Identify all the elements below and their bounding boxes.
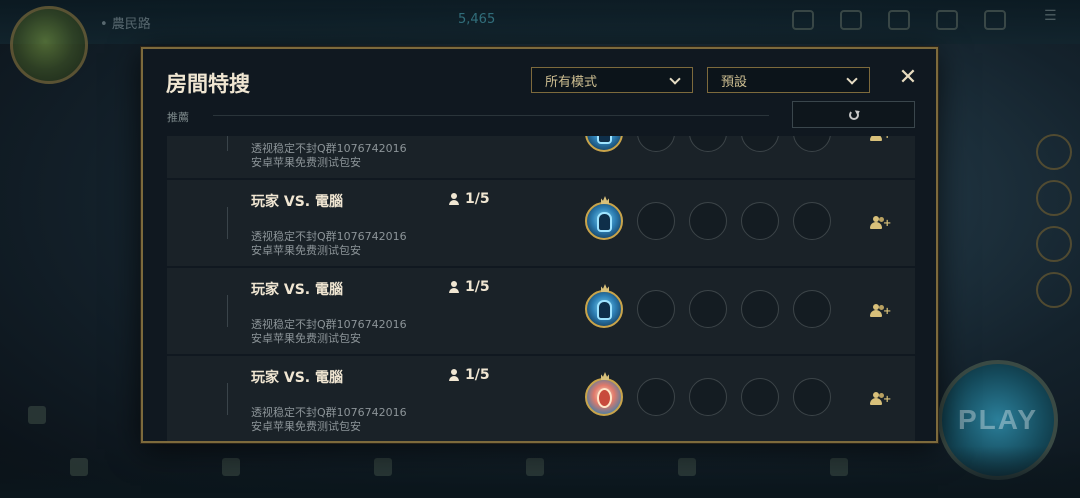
mail-icon[interactable] — [936, 10, 958, 30]
player-count-text: 1/5 — [465, 367, 490, 383]
host-avatar[interactable] — [585, 136, 623, 152]
room-desc-line-2: 安卓苹果免费测试包安 — [251, 332, 361, 345]
ranked-icon[interactable] — [888, 10, 910, 30]
room-description: 透视稳定不封Q群1076742016 安卓苹果免费测试包安 — [251, 406, 407, 434]
player-count-text: 1/5 — [465, 279, 490, 295]
side-icon-4[interactable] — [1036, 272, 1072, 308]
recommend-label: 推薦 — [167, 111, 189, 124]
divider — [227, 383, 228, 415]
room-player-count: 1/5 — [449, 367, 490, 383]
empty-slot — [637, 136, 675, 152]
room-row[interactable]: 玩家 VS. 電腦 1/5 透视稳定不封Q群1076742016 安卓苹果免费测… — [167, 356, 915, 441]
player-count-text: 1/5 — [465, 191, 490, 207]
room-name: 玩家 VS. 電腦 — [251, 282, 343, 298]
room-name: 玩家 VS. 電腦 — [251, 194, 343, 210]
left-shortcut-icon[interactable] — [28, 406, 46, 424]
home-icon[interactable] — [792, 10, 814, 30]
empty-slot — [637, 202, 675, 240]
empty-slot — [637, 378, 675, 416]
crown-icon — [601, 196, 609, 204]
room-list[interactable]: 透视稳定不封Q群1076742016 安卓苹果免费测试包安 + 玩家 VS. 電… — [167, 136, 915, 441]
player-emblem[interactable] — [10, 6, 88, 84]
room-name: 玩家 VS. 電腦 — [251, 370, 343, 386]
preset-filter-select[interactable]: 預設 — [707, 67, 870, 93]
close-icon[interactable]: ✕ — [897, 67, 919, 89]
nav-icon-2[interactable] — [222, 458, 240, 476]
room-desc-line-1: 透视稳定不封Q群1076742016 — [251, 230, 407, 243]
person-icon — [449, 281, 459, 293]
nav-icon-1[interactable] — [70, 458, 88, 476]
menu-icon[interactable]: ☰ — [1044, 8, 1070, 30]
divider — [227, 207, 228, 239]
host-avatar[interactable] — [585, 284, 623, 328]
room-description: 透视稳定不封Q群1076742016 安卓苹果免费测试包安 — [251, 142, 407, 170]
room-description: 透视稳定不封Q群1076742016 安卓苹果免费测试包安 — [251, 318, 407, 346]
dialog-title: 房間特搜 — [166, 72, 250, 96]
room-desc-line-2: 安卓苹果免费测试包安 — [251, 420, 361, 433]
refresh-button[interactable] — [792, 101, 915, 128]
side-icon-2[interactable] — [1036, 180, 1072, 216]
avatar-figure — [597, 212, 612, 232]
preset-filter-value: 預設 — [721, 74, 748, 90]
person-icon — [449, 369, 459, 381]
friends-icon[interactable] — [984, 10, 1006, 30]
room-description: 透视稳定不封Q群1076742016 安卓苹果免费测试包安 — [251, 230, 407, 258]
nav-icon-5[interactable] — [678, 458, 696, 476]
empty-slot — [637, 290, 675, 328]
room-row[interactable]: 玩家 VS. 電腦 1/5 透视稳定不封Q群1076742016 安卓苹果免费测… — [167, 180, 915, 266]
player-name: • 農民路 — [100, 17, 151, 32]
empty-slot — [793, 290, 831, 328]
room-desc-line-1: 透视稳定不封Q群1076742016 — [251, 318, 407, 331]
nav-icon-6[interactable] — [830, 458, 848, 476]
room-desc-line-1: 透视稳定不封Q群1076742016 — [251, 142, 407, 155]
currency-amount: 5,465 — [458, 12, 496, 27]
join-room-icon[interactable]: + — [870, 136, 891, 142]
crown-icon — [601, 372, 609, 380]
top-bar — [0, 0, 1080, 44]
empty-slot — [741, 136, 779, 152]
empty-slot — [741, 378, 779, 416]
room-search-dialog: 房間特搜 所有模式 預設 ✕ 推薦 透视稳定不封Q群1076742016 安卓苹… — [141, 47, 938, 443]
chevron-down-icon — [846, 73, 858, 85]
empty-slot — [793, 136, 831, 152]
mode-filter-value: 所有模式 — [545, 74, 598, 90]
join-room-icon[interactable]: + — [870, 304, 891, 318]
host-avatar[interactable] — [585, 196, 623, 240]
room-player-count: 1/5 — [449, 191, 490, 207]
room-player-count: 1/5 — [449, 279, 490, 295]
join-room-icon[interactable]: + — [870, 392, 891, 406]
divider — [213, 115, 769, 116]
room-row[interactable]: 玩家 VS. 電腦 1/5 透视稳定不封Q群1076742016 安卓苹果免费测… — [167, 268, 915, 354]
divider — [227, 136, 228, 151]
crown-icon — [601, 284, 609, 292]
avatar-figure — [597, 388, 612, 408]
mode-filter-select[interactable]: 所有模式 — [531, 67, 693, 93]
host-avatar[interactable] — [585, 372, 623, 416]
side-icon-1[interactable] — [1036, 134, 1072, 170]
room-row[interactable]: 透视稳定不封Q群1076742016 安卓苹果免费测试包安 + — [167, 136, 915, 178]
avatar-figure — [597, 136, 612, 144]
empty-slot — [741, 202, 779, 240]
avatar-figure — [597, 300, 612, 320]
empty-slot — [689, 202, 727, 240]
room-desc-line-2: 安卓苹果免费测试包安 — [251, 244, 361, 257]
empty-slot — [689, 378, 727, 416]
empty-slot — [793, 202, 831, 240]
empty-slot — [793, 378, 831, 416]
divider — [227, 295, 228, 327]
empty-slot — [689, 136, 727, 152]
nav-icon-3[interactable] — [374, 458, 392, 476]
room-desc-line-2: 安卓苹果免费测试包安 — [251, 156, 361, 169]
empty-slot — [741, 290, 779, 328]
empty-slot — [689, 290, 727, 328]
refresh-icon — [848, 109, 859, 120]
room-desc-line-1: 透视稳定不封Q群1076742016 — [251, 406, 407, 419]
chevron-down-icon — [669, 73, 681, 85]
join-room-icon[interactable]: + — [870, 216, 891, 230]
chest-icon[interactable] — [840, 10, 862, 30]
nav-icon-4[interactable] — [526, 458, 544, 476]
person-icon — [449, 193, 459, 205]
side-icon-3[interactable] — [1036, 226, 1072, 262]
